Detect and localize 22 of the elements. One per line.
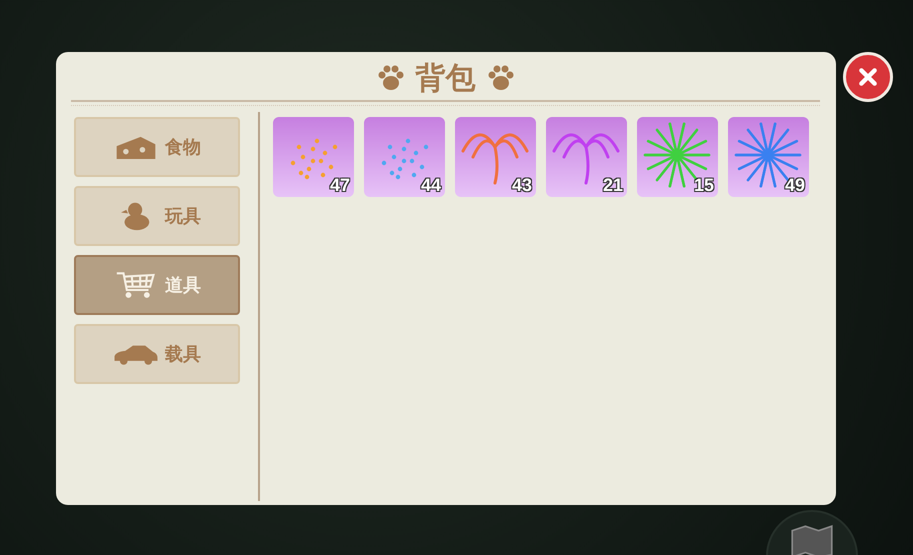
firework-item[interactable]: 43 — [455, 117, 536, 197]
category-tab[interactable]: 食物 — [74, 117, 240, 177]
panel-title: 背包 — [416, 60, 476, 98]
close-button[interactable] — [843, 52, 893, 102]
item-count: 44 — [420, 175, 441, 196]
close-icon — [857, 66, 879, 88]
map-icon — [790, 524, 834, 555]
firework-item[interactable]: 44 — [364, 117, 445, 197]
category-tab[interactable]: 玩具 — [74, 186, 240, 246]
paw-icon — [376, 63, 406, 93]
firework-item[interactable]: 21 — [546, 117, 627, 197]
firework-item[interactable]: 49 — [728, 117, 809, 197]
item-count: 49 — [784, 175, 805, 196]
category-tab[interactable]: 道具 — [74, 255, 240, 315]
item-count: 15 — [694, 175, 714, 196]
category-tab[interactable]: 载具 — [74, 324, 240, 384]
firework-item[interactable]: 15 — [637, 117, 718, 197]
paw-icon — [486, 63, 516, 93]
firework-item[interactable]: 47 — [273, 117, 354, 197]
item-count: 21 — [602, 175, 623, 196]
item-count: 47 — [330, 175, 350, 196]
item-count: 43 — [512, 175, 532, 196]
